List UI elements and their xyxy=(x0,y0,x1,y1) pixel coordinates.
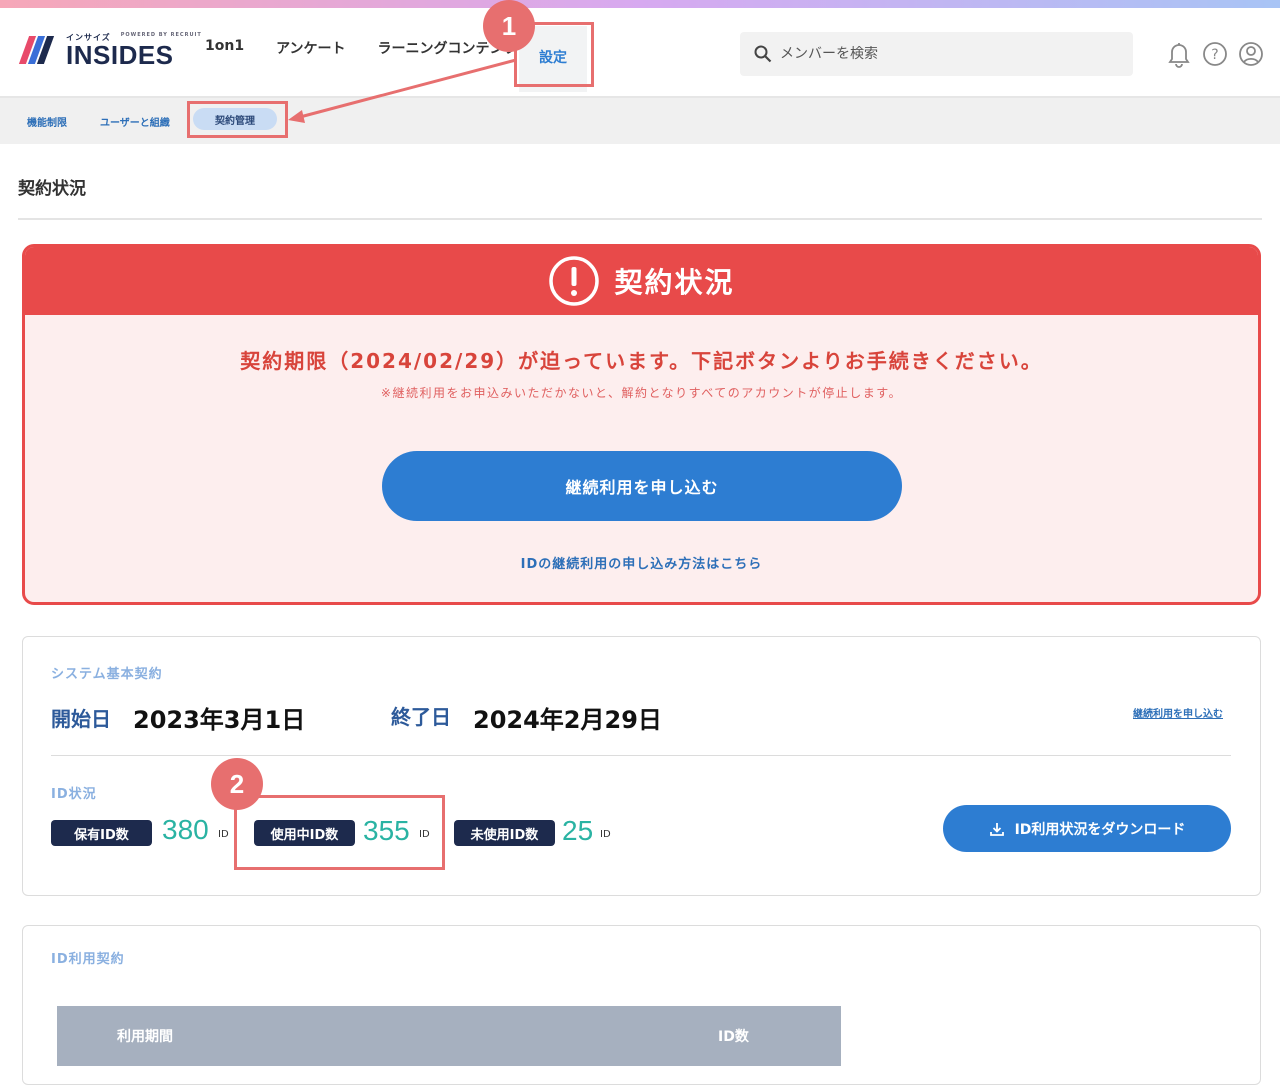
step-badge-2: 2 xyxy=(211,758,263,810)
annotation-box-used-ids xyxy=(234,795,445,870)
annotation-arrow xyxy=(288,58,517,123)
step-badge-1: 1 xyxy=(483,0,535,52)
